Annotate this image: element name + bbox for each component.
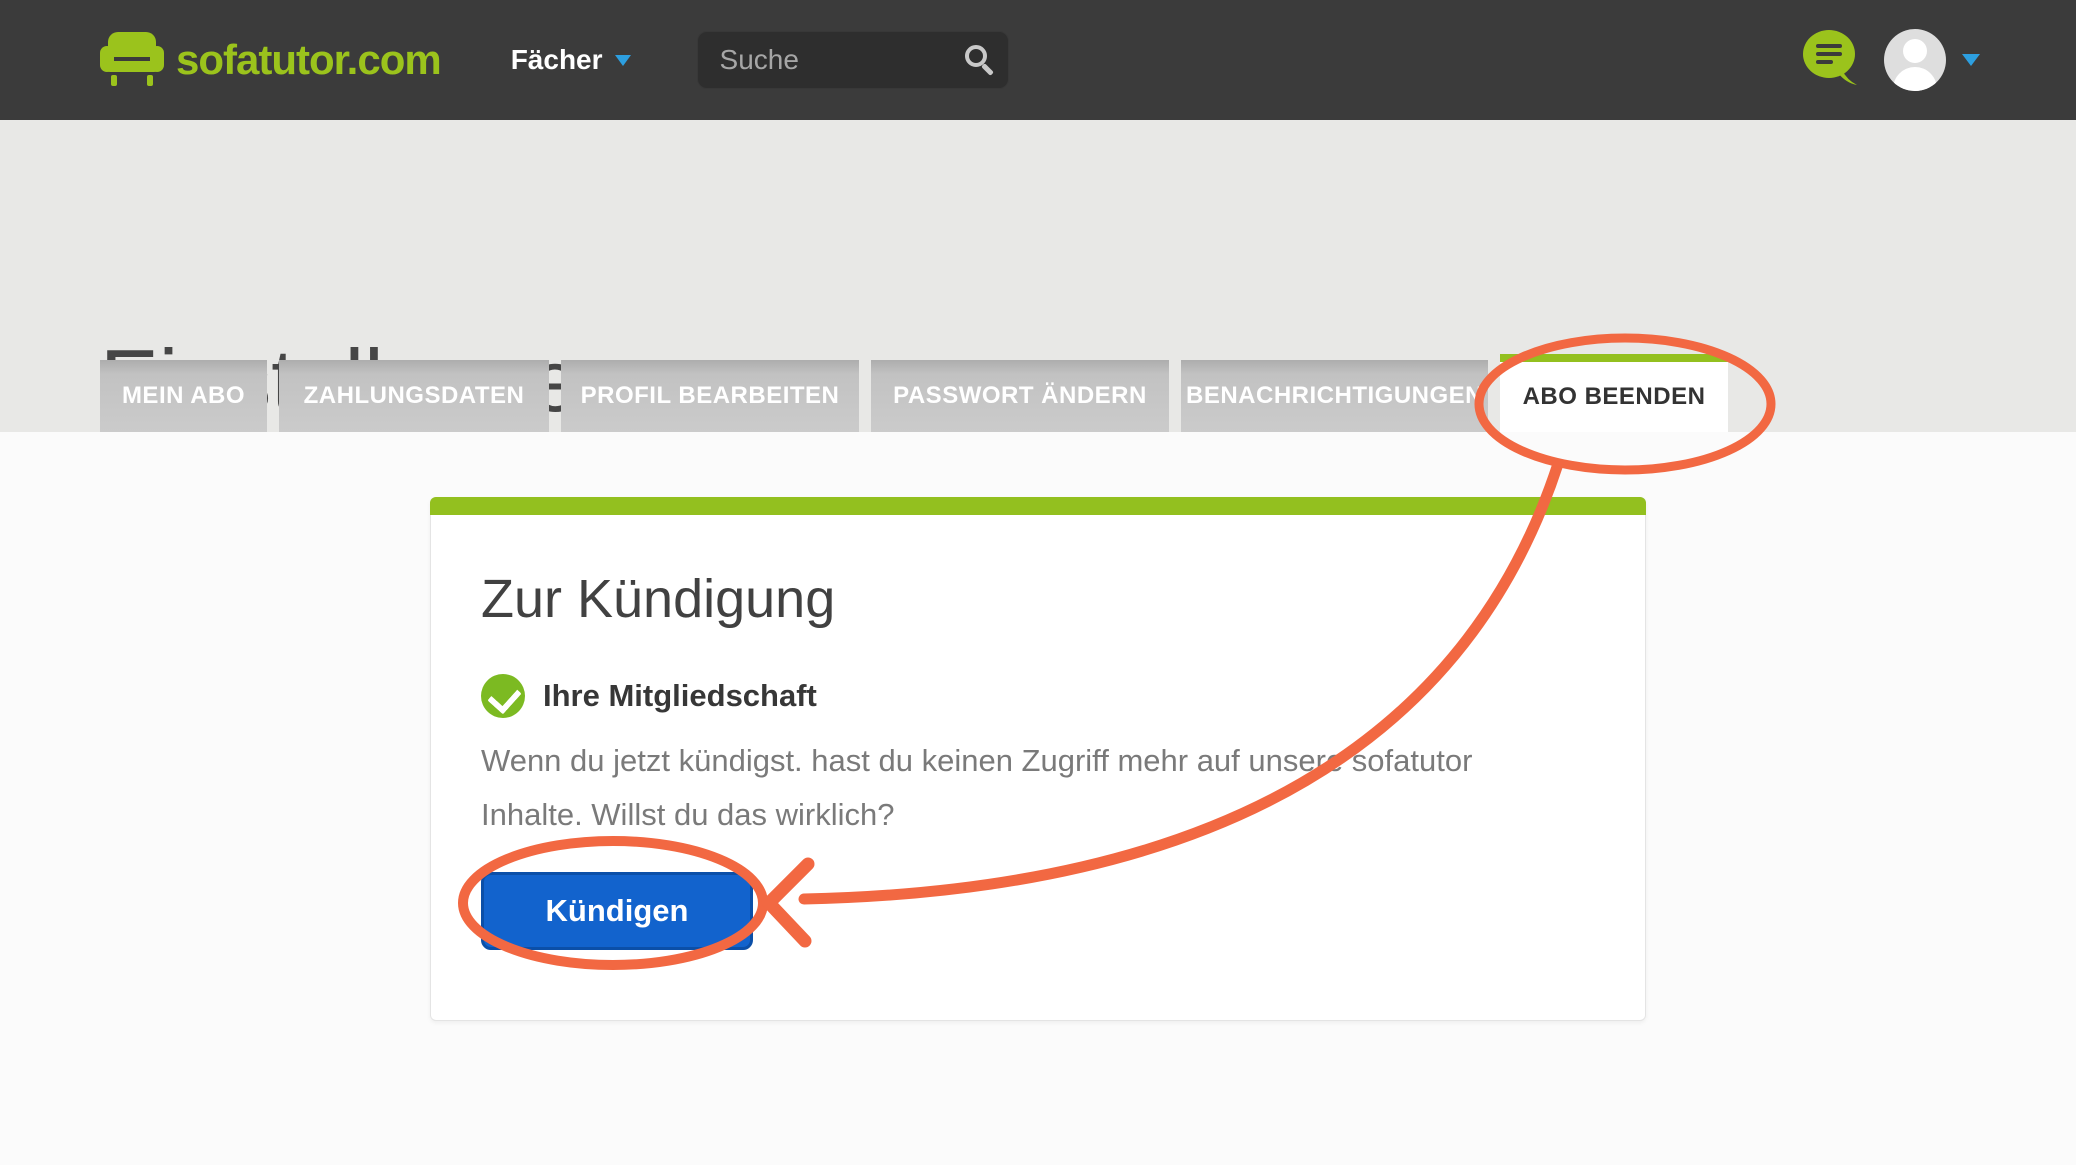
tab-benachrichtigungen[interactable]: BENACHRICHTIGUNGEN — [1181, 360, 1488, 432]
membership-row: Ihre Mitgliedschaft — [481, 674, 1589, 718]
tab-abo-beenden[interactable]: ABO BEENDEN — [1500, 354, 1728, 432]
membership-text-line2: Inhalte. Willst du das wirklich? — [481, 788, 1589, 842]
settings-card: Zur Kündigung Ihre Mitgliedschaft Wenn d… — [430, 497, 1646, 1021]
header-band: Einstellungen MEIN ABOZAHLUNGSDATENPROFI… — [0, 120, 2076, 432]
cancel-button[interactable]: Kündigen — [481, 872, 753, 950]
tab-zahlungsdaten[interactable]: ZAHLUNGSDATEN — [279, 360, 549, 432]
membership-heading: Ihre Mitgliedschaft — [543, 678, 817, 714]
checkmark-icon — [481, 674, 525, 718]
membership-text: Wenn du jetzt kündigst. hast du keinen Z… — [481, 734, 1589, 842]
chat-bubble-icon[interactable] — [1802, 29, 1864, 92]
brand-logotype: sofatutor.com — [176, 36, 441, 84]
avatar-head — [1903, 39, 1927, 63]
tab-mein-abo[interactable]: MEIN ABO — [100, 360, 267, 432]
search-box — [697, 31, 1009, 89]
avatar-icon[interactable] — [1884, 29, 1946, 91]
brand-logo[interactable]: sofatutor.com — [100, 32, 441, 88]
search-input[interactable] — [697, 31, 1009, 89]
navbar-right — [1802, 29, 1980, 92]
chevron-down-icon — [615, 55, 631, 66]
magnifier-icon[interactable] — [965, 45, 987, 67]
content-area: Zur Kündigung Ihre Mitgliedschaft Wenn d… — [0, 497, 2076, 1165]
membership-text-line1: Wenn du jetzt kündigst. hast du keinen Z… — [481, 734, 1589, 788]
nav-item-faecher[interactable]: Fächer — [511, 44, 631, 76]
card-title: Zur Kündigung — [481, 498, 1589, 630]
avatar-body — [1893, 67, 1937, 91]
chevron-down-icon[interactable] — [1962, 54, 1980, 66]
card-accent-bar — [430, 497, 1646, 515]
navbar: sofatutor.com Fächer — [0, 0, 2076, 120]
tab-strip: MEIN ABOZAHLUNGSDATENPROFIL BEARBEITENPA… — [100, 354, 1728, 432]
tab-passwort-ndern[interactable]: PASSWORT ÄNDERN — [871, 360, 1169, 432]
sofa-icon — [100, 32, 164, 88]
tab-profil-bearbeiten[interactable]: PROFIL BEARBEITEN — [561, 360, 859, 432]
nav-item-label: Fächer — [511, 44, 603, 76]
